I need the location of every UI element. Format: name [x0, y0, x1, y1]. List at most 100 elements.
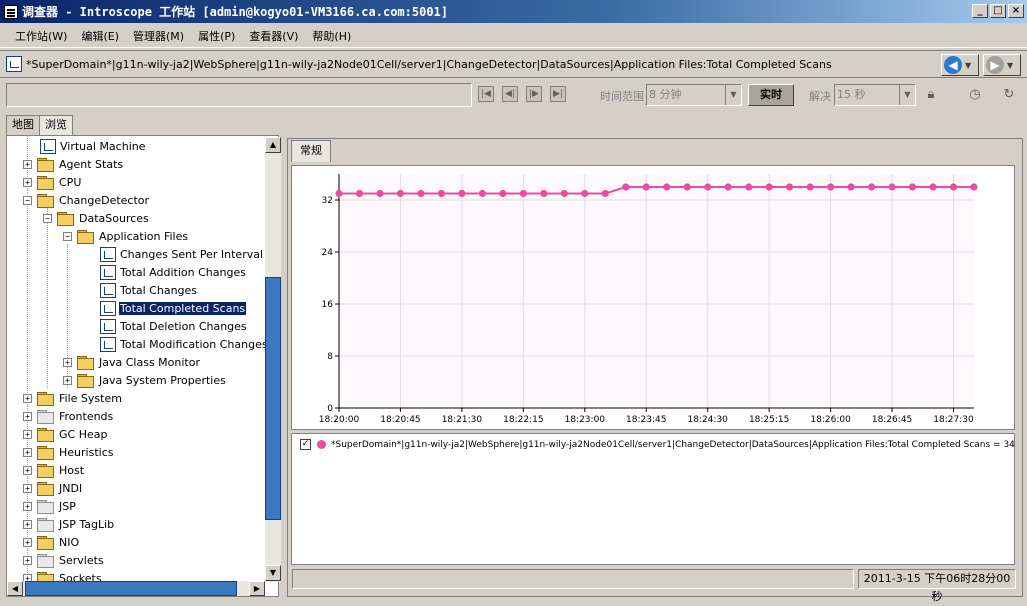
collapse-icon[interactable]: − — [23, 195, 32, 205]
data-point — [745, 183, 753, 191]
folder-icon — [37, 409, 55, 424]
timer-icon[interactable]: ◷ — [966, 86, 984, 104]
menu-viewer[interactable]: 查看器(V) — [242, 28, 305, 44]
expand-icon[interactable]: + — [23, 501, 32, 511]
folder-open-icon — [57, 211, 75, 226]
menu-bar: 工作站(W) 编辑(E) 管理器(M) 属性(P) 查看器(V) 帮助(H) — [0, 24, 1027, 48]
folder-icon — [37, 481, 55, 496]
tree-item-file-system[interactable]: + File System — [23, 389, 123, 407]
expand-icon[interactable]: + — [23, 555, 32, 565]
tree-item-jsp-taglib[interactable]: + JSP TagLib — [23, 515, 115, 533]
back-button[interactable]: ◀ ▼ — [941, 54, 979, 76]
series-checkbox[interactable]: ✓ — [300, 439, 311, 450]
tree-item-changes-sent-per-interval[interactable]: Changes Sent Per Interval — [100, 245, 264, 263]
scroll-right-icon[interactable]: ▶ — [249, 581, 265, 596]
x-tick-label: 18:21:30 — [442, 415, 483, 425]
menu-workstation[interactable]: 工作站(W) — [8, 28, 74, 44]
folder-icon — [37, 157, 55, 172]
expand-icon[interactable]: + — [23, 393, 32, 403]
tree-item-jndi[interactable]: + JNDI — [23, 479, 83, 497]
menu-help[interactable]: 帮助(H) — [305, 28, 358, 44]
data-point — [765, 183, 773, 191]
last-icon[interactable]: ▶| — [550, 86, 566, 102]
tree-item-heuristics[interactable]: + Heuristics — [23, 443, 114, 461]
folder-icon — [37, 535, 55, 550]
menu-manager[interactable]: 管理器(M) — [126, 28, 191, 44]
next-icon[interactable]: |▶ — [526, 86, 542, 102]
tab-general[interactable]: 常规 — [291, 140, 331, 162]
expand-icon[interactable]: + — [63, 357, 72, 367]
menu-properties[interactable]: 属性(P) — [191, 28, 242, 44]
resolution-select[interactable]: 15 秒 ▼ — [834, 84, 916, 106]
title-bar: 调查器 - Introscope 工作站 [admin@kogyo01-VM31… — [0, 0, 1027, 23]
expand-icon[interactable]: + — [23, 411, 32, 421]
left-tabs: 地图 浏览 — [6, 115, 73, 135]
tree-item-total-deletion-changes[interactable]: Total Deletion Changes — [100, 317, 248, 335]
x-tick-label: 18:23:00 — [565, 415, 606, 425]
tab-browse[interactable]: 浏览 — [39, 115, 73, 135]
minimize-button[interactable]: _ — [972, 4, 988, 18]
tree-item-total-completed-scans[interactable]: Total Completed Scans — [100, 299, 248, 317]
expand-icon[interactable]: + — [23, 483, 32, 493]
expand-icon[interactable]: + — [23, 447, 32, 457]
tree-item-total-modification-changes[interactable]: Total Modification Changes — [100, 335, 269, 353]
tab-map[interactable]: 地图 — [6, 115, 40, 135]
tree-item-jsp[interactable]: + JSP — [23, 497, 77, 515]
tree-item-host[interactable]: + Host — [23, 461, 85, 479]
lock-icon[interactable]: 🔒︎ — [922, 86, 940, 104]
refresh-icon[interactable]: ↻ — [1000, 86, 1018, 104]
tree-item-nio[interactable]: + NIO — [23, 533, 80, 551]
x-tick-label: 18:26:00 — [810, 415, 851, 425]
scroll-up-icon[interactable]: ▲ — [265, 137, 281, 153]
expand-icon[interactable]: + — [23, 465, 32, 475]
first-icon[interactable]: |◀ — [478, 86, 494, 102]
tree-item-virtual-machine[interactable]: Virtual Machine — [40, 137, 147, 155]
tree-item-total-addition-changes[interactable]: Total Addition Changes — [100, 263, 247, 281]
expand-icon[interactable]: + — [63, 375, 72, 385]
collapse-icon[interactable]: − — [43, 213, 52, 223]
prev-icon[interactable]: ◀| — [502, 86, 518, 102]
close-button[interactable]: × — [1008, 4, 1024, 18]
tree-item-application-files[interactable]: − Application Files — [63, 227, 189, 245]
tree-vertical-scrollbar[interactable]: ▲ ▼ — [265, 137, 281, 582]
expand-icon[interactable]: + — [23, 429, 32, 439]
metric-chart-icon — [100, 282, 116, 298]
forward-button[interactable]: ▶ ▼ — [983, 54, 1021, 76]
tree-item-datasources[interactable]: − DataSources — [43, 209, 150, 227]
expand-icon[interactable]: + — [23, 519, 32, 529]
expand-icon[interactable]: + — [23, 537, 32, 547]
data-point — [847, 183, 855, 191]
folder-open-icon — [77, 229, 95, 244]
expand-icon[interactable]: + — [23, 159, 32, 169]
metric-chart-icon — [100, 246, 116, 262]
tree-item-gc-heap[interactable]: + GC Heap — [23, 425, 108, 443]
tree-item-changedetector[interactable]: − ChangeDetector — [23, 191, 150, 209]
scroll-left-icon[interactable]: ◀ — [7, 581, 23, 596]
maximize-button[interactable]: □ — [990, 4, 1006, 18]
tree-item-frontends[interactable]: + Frontends — [23, 407, 114, 425]
scroll-thumb[interactable] — [265, 277, 281, 520]
tree-horizontal-scrollbar[interactable]: ◀ ▶ — [7, 581, 265, 596]
scroll-down-icon[interactable]: ▼ — [265, 565, 281, 581]
tree-item-cpu[interactable]: + CPU — [23, 173, 82, 191]
tree-item-java-class-monitor[interactable]: + Java Class Monitor — [63, 353, 201, 371]
tree-item-servlets[interactable]: + Servlets — [23, 551, 105, 569]
data-point — [417, 189, 425, 198]
tree-item-total-changes[interactable]: Total Changes — [100, 281, 198, 299]
folder-icon — [77, 355, 95, 370]
plot-area — [339, 174, 974, 408]
tree-item-java-system-properties[interactable]: + Java System Properties — [63, 371, 227, 389]
folder-icon — [37, 499, 55, 514]
scroll-thumb[interactable] — [25, 581, 237, 596]
live-button[interactable]: 实时 — [748, 84, 794, 106]
data-point — [437, 189, 446, 198]
tree-item-agent-stats[interactable]: + Agent Stats — [23, 155, 124, 173]
data-point — [908, 183, 917, 191]
data-point — [499, 189, 507, 198]
collapse-icon[interactable]: − — [63, 231, 72, 241]
data-point — [355, 189, 364, 198]
expand-icon[interactable]: + — [23, 177, 32, 187]
x-tick-label: 18:26:45 — [872, 415, 912, 425]
menu-edit[interactable]: 编辑(E) — [74, 28, 126, 44]
time-range-select[interactable]: 8 分钟 ▼ — [646, 84, 742, 106]
